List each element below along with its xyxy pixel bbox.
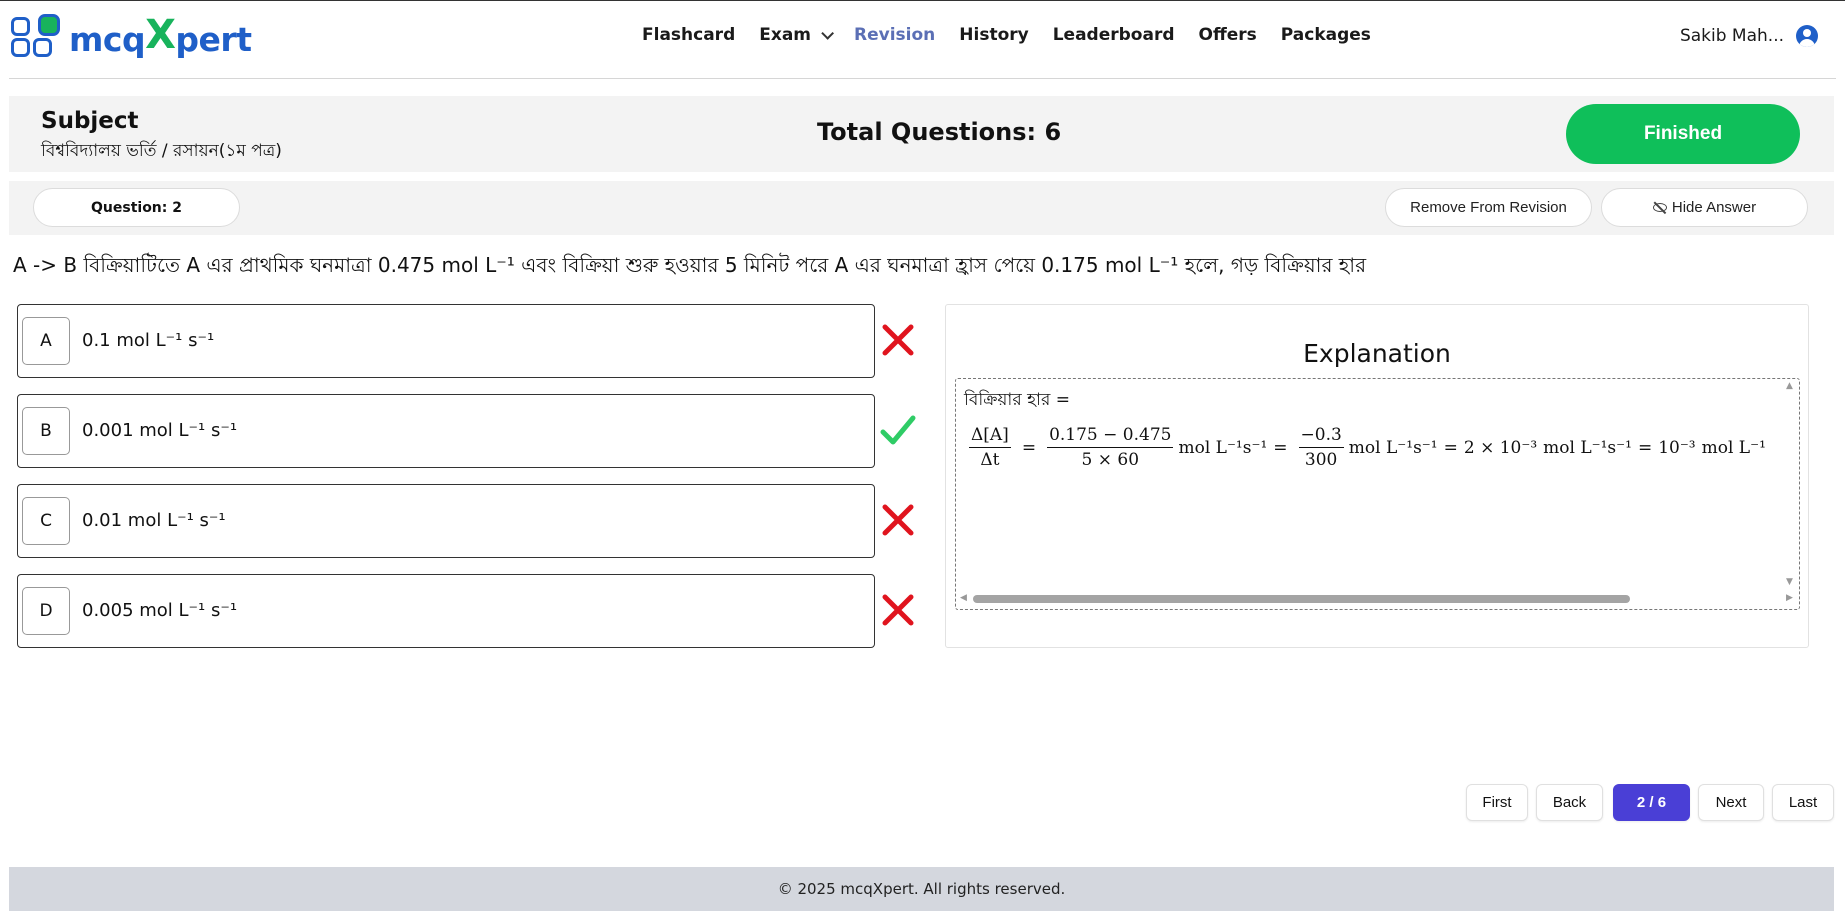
- option-b[interactable]: B 0.001 mol L⁻¹ s⁻¹: [17, 394, 875, 468]
- option-letter: C: [22, 497, 70, 545]
- check-icon: [880, 415, 916, 445]
- explanation-content[interactable]: বিক্রিয়ার হার = Δ[A] Δt = 0.175 − 0.475…: [955, 378, 1800, 610]
- question-text: A -> B বিক্রিয়াটিতে A এর প্রাথমিক ঘনমাত…: [13, 253, 1367, 277]
- fraction-2: −0.3 300: [1298, 425, 1344, 470]
- next-button[interactable]: Next: [1698, 784, 1764, 821]
- option-letter: D: [22, 587, 70, 635]
- option-text: 0.01 mol L⁻¹ s⁻¹: [82, 510, 226, 531]
- question-toolbar: Question: 2 Remove From Revision Hide An…: [9, 181, 1834, 235]
- option-letter: A: [22, 317, 70, 365]
- cross-icon: [882, 324, 914, 356]
- scroll-left-icon[interactable]: ◀: [960, 593, 967, 603]
- value-4: 10⁻³: [1658, 437, 1696, 458]
- hide-answer-label: Hide Answer: [1671, 199, 1757, 216]
- option-a[interactable]: A 0.1 mol L⁻¹ s⁻¹: [17, 304, 875, 378]
- subject-heading: Subject: [41, 108, 139, 134]
- scroll-down-icon[interactable]: ▼: [1786, 577, 1793, 587]
- cross-icon: [882, 594, 914, 626]
- option-text: 0.005 mol L⁻¹ s⁻¹: [82, 600, 238, 621]
- current-page-indicator: 2 / 6: [1613, 784, 1690, 821]
- scroll-right-icon[interactable]: ▶: [1786, 593, 1793, 603]
- question-number-badge: Question: 2: [33, 188, 240, 227]
- nav-exam[interactable]: Exam: [759, 25, 834, 45]
- chevron-down-icon: [821, 26, 834, 40]
- subject-bar: Subject বিশ্ববিদ্যালয় ভর্তি / রসায়ন(১ম…: [9, 96, 1834, 172]
- option-letter: B: [22, 407, 70, 455]
- unit-2: mol L⁻¹s⁻¹: [1348, 437, 1438, 458]
- unit-1: mol L⁻¹s⁻¹: [1178, 437, 1268, 458]
- fraction-1: 0.175 − 0.475 5 × 60: [1047, 425, 1174, 470]
- unit-3: mol L⁻¹s⁻¹: [1543, 437, 1632, 458]
- back-button[interactable]: Back: [1536, 784, 1603, 821]
- explanation-formula: Δ[A] Δt = 0.175 − 0.475 5 × 60 mol L⁻¹s⁻…: [969, 425, 1766, 470]
- nav-flashcard[interactable]: Flashcard: [642, 25, 735, 45]
- user-menu[interactable]: Sakib Mah...: [1680, 25, 1818, 47]
- eye-slash-icon: [1652, 203, 1667, 212]
- logo-mark-icon: [11, 11, 63, 61]
- remove-from-revision-button[interactable]: Remove From Revision: [1385, 188, 1592, 227]
- option-c[interactable]: C 0.01 mol L⁻¹ s⁻¹: [17, 484, 875, 558]
- top-header: mcqXpert Flashcard Exam Revision History…: [0, 1, 1845, 79]
- footer-copyright: © 2025 mcqXpert. All rights reserved.: [777, 880, 1066, 898]
- user-name: Sakib Mah...: [1679, 26, 1784, 46]
- unit-4: mol L⁻¹: [1701, 437, 1766, 458]
- value-3: 2 × 10⁻³: [1463, 437, 1538, 458]
- nav-packages[interactable]: Packages: [1281, 25, 1371, 45]
- nav-offers[interactable]: Offers: [1199, 25, 1257, 45]
- finished-button[interactable]: Finished: [1566, 104, 1800, 164]
- first-page-button[interactable]: First: [1466, 784, 1528, 821]
- horizontal-scrollbar[interactable]: [973, 595, 1630, 603]
- option-d[interactable]: D 0.005 mol L⁻¹ s⁻¹: [17, 574, 875, 648]
- cross-icon: [882, 504, 914, 536]
- brand-logo[interactable]: mcqXpert: [11, 11, 252, 61]
- main-nav: Flashcard Exam Revision History Leaderbo…: [642, 25, 1395, 45]
- explanation-title: Explanation: [1303, 339, 1451, 368]
- total-questions: Total Questions: 6: [817, 118, 1062, 146]
- footer: © 2025 mcqXpert. All rights reserved.: [9, 867, 1834, 911]
- nav-revision[interactable]: Revision: [854, 25, 935, 45]
- explanation-panel: Explanation বিক্রিয়ার হার = Δ[A] Δt = 0…: [945, 304, 1809, 648]
- fraction-lhs: Δ[A] Δt: [969, 425, 1011, 470]
- brand-name: mcqXpert: [69, 12, 252, 59]
- last-page-button[interactable]: Last: [1772, 784, 1834, 821]
- hide-answer-button[interactable]: Hide Answer: [1601, 188, 1808, 227]
- scroll-up-icon[interactable]: ▲: [1786, 381, 1793, 391]
- option-text: 0.001 mol L⁻¹ s⁻¹: [82, 420, 238, 441]
- explanation-lead: বিক্রিয়ার হার =: [964, 390, 1070, 410]
- header-divider: [9, 78, 1836, 79]
- option-text: 0.1 mol L⁻¹ s⁻¹: [82, 330, 215, 351]
- nav-history[interactable]: History: [959, 25, 1028, 45]
- nav-exam-label: Exam: [759, 25, 811, 45]
- nav-leaderboard[interactable]: Leaderboard: [1053, 25, 1175, 45]
- user-circle-icon: [1796, 25, 1818, 47]
- subject-path: বিশ্ববিদ্যালয় ভর্তি / রসায়ন(১ম পত্র): [41, 141, 282, 161]
